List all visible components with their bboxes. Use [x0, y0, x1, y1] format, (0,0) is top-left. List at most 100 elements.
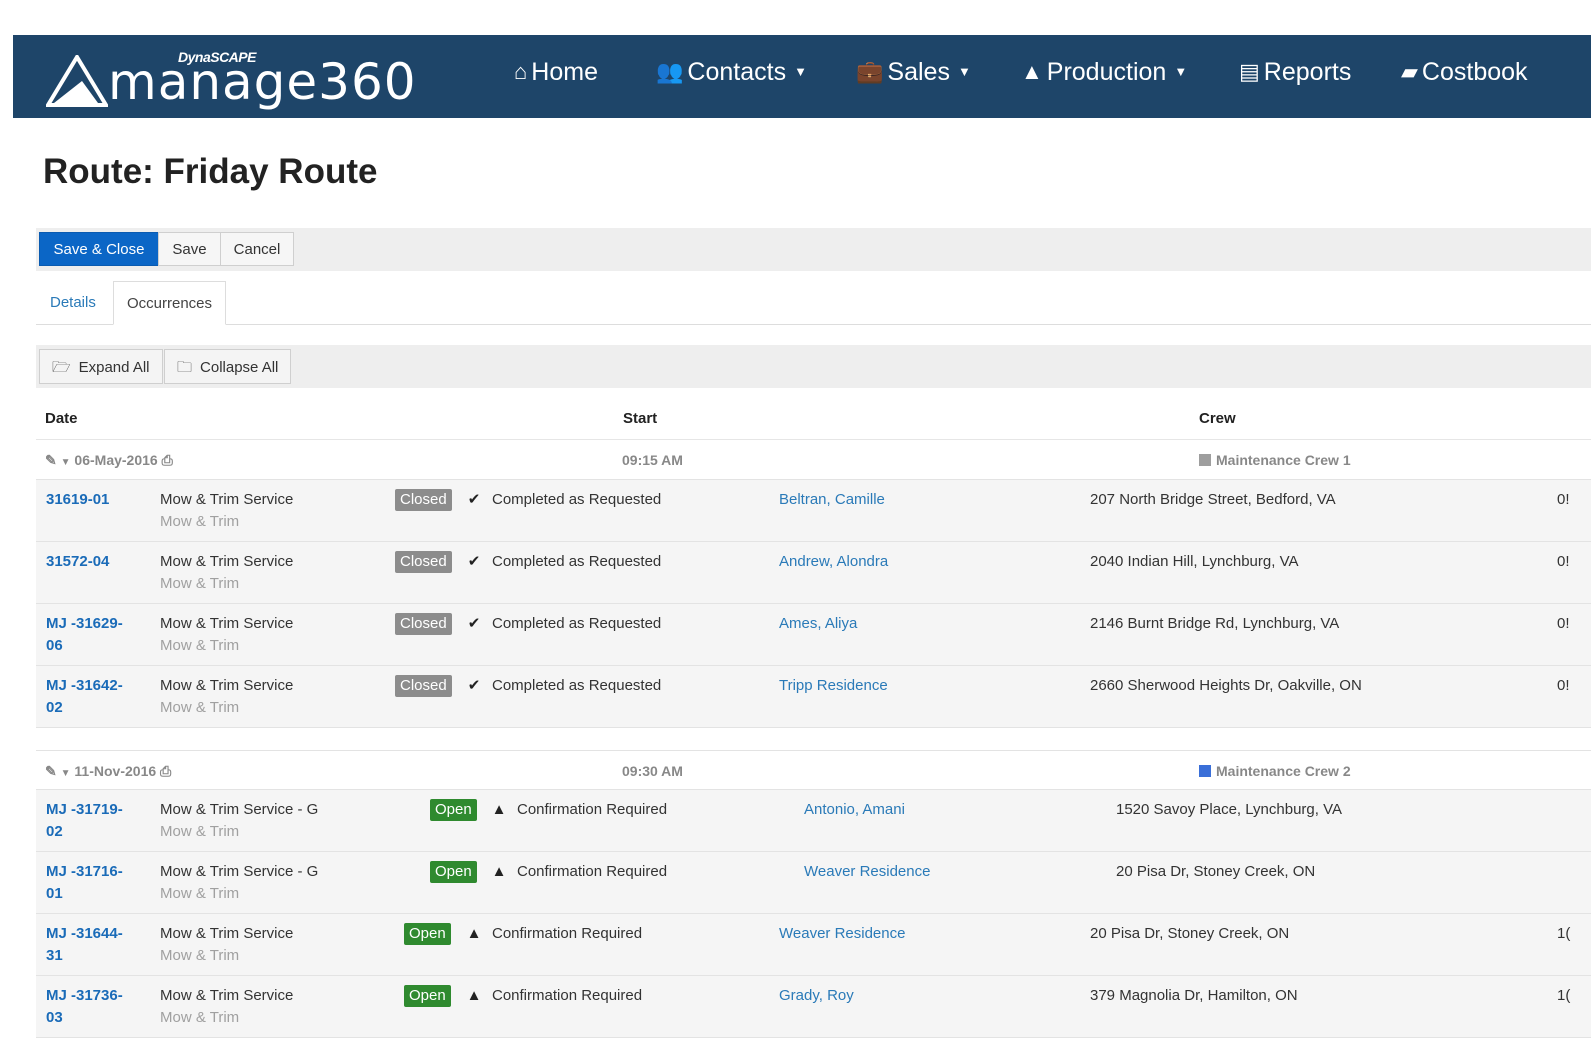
job-id-link[interactable]: MJ -31716-01	[46, 861, 136, 905]
file-icon: ▤	[1239, 59, 1260, 84]
date-group-row[interactable]: ✎ ▼ 11-Nov-2016 ⎙ 09:30 AM Maintenance C…	[36, 750, 1591, 790]
expand-all-label: Expand All	[78, 359, 150, 376]
address-cell: 2040 Indian Hill, Lynchburg, VA	[1090, 553, 1299, 570]
truncated-cell: 0!	[1557, 553, 1570, 570]
warning-icon: ▲	[466, 987, 482, 1004]
contact-link[interactable]: Ames, Aliya	[779, 613, 857, 635]
truncated-cell: 1(	[1557, 925, 1571, 942]
service-cell: Mow & Trim Service Mow & Trim	[160, 675, 293, 719]
edit-icon[interactable]: ✎	[45, 452, 57, 468]
status-badge: Closed	[395, 489, 452, 511]
action-toolbar: Save & Close Save Cancel	[36, 228, 1591, 271]
table-row[interactable]: MJ -31642-02 Mow & Trim Service Mow & Tri…	[36, 666, 1591, 728]
status-badge: Closed	[395, 551, 452, 573]
status-badge: Open	[404, 985, 451, 1007]
contact-link[interactable]: Tripp Residence	[779, 675, 888, 697]
print-icon[interactable]: ⎙	[162, 452, 173, 468]
nav-costbook[interactable]: ▰ Costbook	[1401, 57, 1528, 87]
tab-details[interactable]: Details	[37, 281, 109, 324]
status-text: Completed as Requested	[492, 553, 662, 570]
print-icon[interactable]: ⎙	[160, 763, 171, 779]
collapse-all-label: Collapse All	[200, 359, 279, 376]
job-id-link[interactable]: MJ -31629-06	[46, 613, 136, 657]
service-type: Mow & Trim	[160, 575, 240, 592]
address-cell: 207 North Bridge Street, Bedford, VA	[1090, 491, 1336, 508]
crew-color-swatch	[1199, 454, 1211, 466]
date-group-row[interactable]: ✎ ▼ 06-May-2016 ⎙ 09:15 AM Maintenance C…	[36, 440, 1591, 480]
job-id-link[interactable]: 31572-04	[46, 551, 136, 573]
users-icon: 👥	[656, 59, 684, 84]
column-header-start[interactable]: Start	[623, 410, 657, 427]
check-circle-icon: ✔	[467, 615, 481, 632]
table-row[interactable]: MJ -31719-02 Mow & Trim Service - G Mow &…	[36, 790, 1591, 852]
truncated-cell: 0!	[1557, 615, 1570, 632]
nav-home[interactable]: ⌂ Home	[514, 57, 598, 87]
truncated-cell: 0!	[1557, 677, 1570, 694]
status-text: Completed as Requested	[492, 491, 662, 508]
nav-reports[interactable]: ▤ Reports	[1239, 57, 1351, 87]
table-row[interactable]: 31572-04 Mow & Trim Service Mow & Trim Cl…	[36, 542, 1591, 604]
table-row[interactable]: MJ -31736-03 Mow & Trim Service Mow & Tri…	[36, 976, 1591, 1038]
folder-icon: 🗀	[177, 359, 193, 376]
cancel-button[interactable]: Cancel	[220, 232, 294, 266]
address-cell: 1520 Savoy Place, Lynchburg, VA	[1116, 801, 1342, 818]
service-type: Mow & Trim	[160, 637, 240, 654]
caret-down-icon[interactable]: ▼	[61, 768, 71, 779]
nav-production[interactable]: ▲ Production ▼	[1021, 57, 1187, 87]
status-text: Confirmation Required	[517, 863, 668, 880]
group-start-time: 09:15 AM	[622, 452, 683, 468]
job-id-link[interactable]: MJ -31644-31	[46, 923, 136, 967]
expand-all-button[interactable]: 🗁 Expand All	[39, 349, 163, 384]
save-button[interactable]: Save	[158, 232, 221, 266]
status-text: Confirmation Required	[492, 925, 643, 942]
nav-contacts[interactable]: 👥 Contacts ▼	[656, 57, 807, 87]
service-type: Mow & Trim	[160, 513, 240, 530]
truncated-cell: 0!	[1557, 491, 1570, 508]
group-crew: Maintenance Crew 1	[1216, 452, 1351, 468]
service-cell: Mow & Trim Service - G Mow & Trim	[160, 799, 318, 843]
service-cell: Mow & Trim Service Mow & Trim	[160, 613, 293, 657]
column-header-crew[interactable]: Crew	[1199, 410, 1236, 427]
contact-link[interactable]: Andrew, Alondra	[779, 551, 888, 573]
job-id-link[interactable]: MJ -31736-03	[46, 985, 136, 1029]
contact-link[interactable]: Grady, Roy	[779, 985, 854, 1007]
contact-link[interactable]: Beltran, Camille	[779, 489, 885, 511]
briefcase-icon: 💼	[856, 59, 884, 84]
service-name: Mow & Trim Service - G	[160, 863, 319, 880]
top-navbar: DynaSCAPE manage360 ⌂ Home 👥 Contacts ▼ 💼 Sa…	[13, 35, 1591, 118]
column-header-date[interactable]: Date	[45, 410, 78, 427]
service-cell: Mow & Trim Service - G Mow & Trim	[160, 861, 318, 905]
service-name: Mow & Trim Service	[160, 677, 294, 694]
service-cell: Mow & Trim Service Mow & Trim	[160, 985, 293, 1029]
address-cell: 379 Magnolia Dr, Hamilton, ON	[1090, 987, 1298, 1004]
page-title: Route: Friday Route	[43, 152, 378, 191]
job-id-link[interactable]: MJ -31719-02	[46, 799, 136, 843]
table-row[interactable]: MJ -31716-01 Mow & Trim Service - G Mow &…	[36, 852, 1591, 914]
table-row[interactable]: MJ -31629-06 Mow & Trim Service Mow & Tri…	[36, 604, 1591, 666]
nav-sales-label: Sales	[887, 58, 950, 86]
crew-color-swatch	[1199, 765, 1211, 777]
save-close-button[interactable]: Save & Close	[39, 232, 159, 266]
table-row[interactable]: 31619-01 Mow & Trim Service Mow & Trim Cl…	[36, 480, 1591, 542]
status-badge: Open	[404, 923, 451, 945]
nav-sales[interactable]: 💼 Sales ▼	[856, 57, 971, 87]
home-icon: ⌂	[514, 59, 528, 84]
logo-wordmark: manage360	[108, 53, 417, 111]
tab-occurrences[interactable]: Occurrences	[113, 281, 227, 325]
warning-icon: ▲	[491, 801, 507, 818]
contact-link[interactable]: Antonio, Amani	[804, 799, 905, 821]
nav-costbook-label: Costbook	[1421, 58, 1528, 86]
edit-icon[interactable]: ✎	[45, 763, 57, 779]
contact-link[interactable]: Weaver Residence	[779, 923, 905, 945]
status-badge: Closed	[395, 675, 452, 697]
service-name: Mow & Trim Service	[160, 925, 294, 942]
app-logo[interactable]: DynaSCAPE manage360	[46, 47, 486, 111]
collapse-all-button[interactable]: 🗀 Collapse All	[164, 349, 292, 384]
caret-down-icon[interactable]: ▼	[61, 457, 71, 468]
table-row[interactable]: MJ -31644-31 Mow & Trim Service Mow & Tri…	[36, 914, 1591, 976]
status-badge: Open	[430, 861, 477, 883]
service-name: Mow & Trim Service - G	[160, 801, 319, 818]
job-id-link[interactable]: MJ -31642-02	[46, 675, 136, 719]
contact-link[interactable]: Weaver Residence	[804, 861, 930, 883]
job-id-link[interactable]: 31619-01	[46, 489, 136, 511]
